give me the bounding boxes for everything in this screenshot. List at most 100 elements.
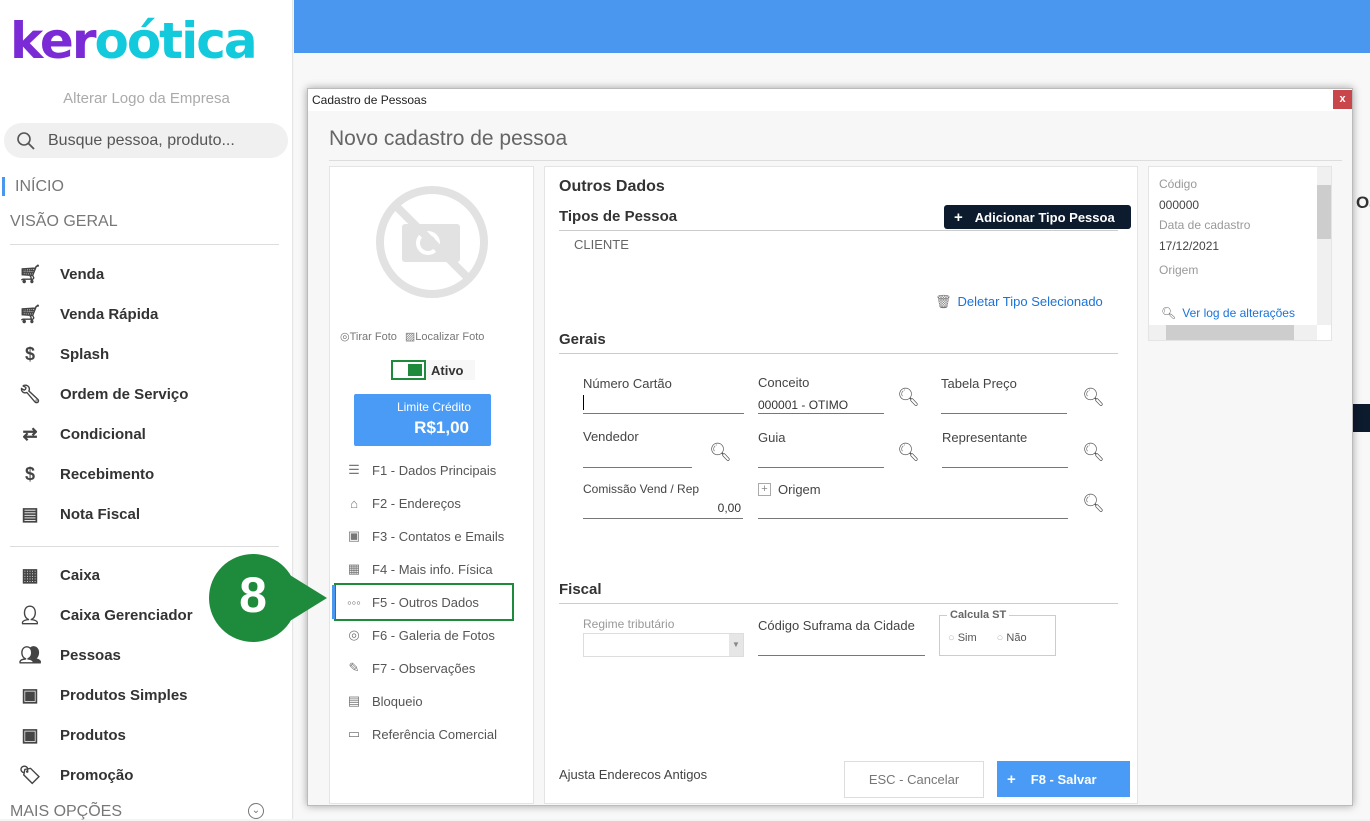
user-card-icon: ☰	[348, 462, 360, 477]
horizontal-scrollbar[interactable]	[1149, 325, 1317, 340]
image-icon: ▨	[404, 331, 416, 343]
sidebar-item-caixa-gerenciador[interactable]: 👤︎ Caixa Gerenciador	[16, 595, 193, 635]
toggle-switch[interactable]	[391, 360, 426, 380]
plus-icon: +	[954, 208, 963, 226]
conceito-input[interactable]: 000001 - OTIMO	[758, 395, 884, 414]
sidebar-item-condicional[interactable]: ⇄ Condicional	[16, 414, 146, 454]
codigo-label: Código	[1159, 177, 1198, 191]
menu-item-7[interactable]: ✎ F7 - Observações	[344, 658, 476, 678]
plus-box-icon: +	[758, 483, 771, 496]
representante-input[interactable]	[942, 449, 1068, 468]
vendedor-input[interactable]	[583, 449, 692, 468]
nav-visao-geral[interactable]: VISÃO GERAL	[10, 213, 118, 231]
search-vendedor-icon[interactable]: 🔍︎	[709, 442, 732, 463]
comissao-input[interactable]: 0,00	[583, 500, 743, 519]
close-button[interactable]: x	[1333, 90, 1352, 109]
menu-item-6[interactable]: ◎ F6 - Galeria de Fotos	[344, 625, 495, 645]
user-dollar-icon: 👤︎	[18, 604, 42, 625]
sidebar-item-label: Condicional	[60, 425, 146, 443]
sidebar-item-ordem-de-servi-o[interactable]: 🔧︎ Ordem de Serviço	[16, 374, 189, 414]
nfe-icon: ▤	[21, 503, 39, 524]
sidebar-item-splash[interactable]: $ Splash	[16, 334, 109, 374]
search-tabela-icon[interactable]: 🔍︎	[1082, 387, 1105, 408]
search-representante-icon[interactable]: 🔍︎	[1082, 442, 1105, 463]
codigo-value: 000000	[1159, 198, 1200, 212]
tabela-preco-label: Tabela Preço	[941, 376, 1017, 391]
cart-fast-icon: 🛒︎	[18, 303, 42, 324]
nav-inicio[interactable]: INÍCIO	[15, 178, 64, 196]
sidebar-item-produtos[interactable]: ▣ Produtos	[16, 715, 125, 755]
sidebar-item-pessoas[interactable]: 👥︎ Pessoas	[16, 635, 121, 675]
search-input[interactable]: Busque pessoa, produto...	[4, 123, 288, 158]
radio-sim[interactable]: ○ Sim	[948, 632, 977, 644]
divider	[559, 603, 1118, 604]
highlight-box	[334, 583, 514, 621]
nav-mais-opcoes[interactable]: MAIS OPÇÕES	[10, 803, 122, 821]
sidebar-item-label: Recebimento	[60, 465, 155, 483]
guia-input[interactable]	[758, 449, 884, 468]
suframa-input[interactable]	[758, 637, 925, 656]
sidebar-item-nota-fiscal[interactable]: ▤ Nota Fiscal	[16, 494, 140, 534]
step-number: 8	[239, 567, 267, 623]
menu-item-2[interactable]: ⌂ F2 - Endereços	[344, 493, 461, 513]
divider	[559, 353, 1118, 354]
chevron-down-icon[interactable]: ⌄	[248, 803, 264, 819]
tipo-item[interactable]: CLIENTE	[574, 237, 629, 252]
tipos-title: Tipos de Pessoa	[559, 208, 678, 225]
menu-item-1[interactable]: ☰ F1 - Dados Principais	[344, 460, 496, 480]
fiscal-title: Fiscal	[559, 581, 602, 598]
box-icon: ▣	[21, 684, 39, 705]
cancel-button[interactable]: ESC - Cancelar	[844, 761, 984, 798]
ativo-toggle[interactable]: Ativo	[391, 360, 475, 380]
search-origem-icon[interactable]: 🔍︎	[1082, 493, 1105, 514]
sidebar-item-produtos-simples[interactable]: ▣ Produtos Simples	[16, 675, 187, 715]
tag-icon: 🏷︎	[18, 764, 42, 785]
sidebar-item-label: Caixa Gerenciador	[60, 606, 193, 624]
hand-money-icon: $	[24, 463, 35, 484]
menu-item-label: Referência Comercial	[372, 726, 497, 742]
company-logo: keroótica	[10, 12, 258, 70]
tabela-preco-input[interactable]	[941, 395, 1067, 414]
sidebar-item-label: Venda	[60, 265, 105, 283]
vendedor-label: Vendedor	[583, 429, 639, 444]
delete-tipo-link[interactable]: 🗑 Deletar Tipo Selecionado	[935, 294, 1103, 310]
sidebar-item-label: Ordem de Serviço	[60, 385, 189, 403]
origem-field[interactable]: + Origem	[758, 482, 821, 497]
limite-credito-card: Limite Crédito R$1,00	[354, 394, 491, 446]
numero-cartao-input[interactable]	[583, 395, 744, 414]
contact-icon: ▣	[347, 528, 361, 543]
search-placeholder: Busque pessoa, produto...	[48, 131, 235, 149]
divider	[329, 160, 1342, 161]
sidebar-item-venda-r-pida[interactable]: 🛒︎ Venda Rápida	[16, 294, 159, 334]
radio-nao[interactable]: ○ Não	[997, 632, 1027, 644]
wrench-icon: 🔧︎	[18, 383, 42, 404]
window-title: Cadastro de Pessoas	[308, 89, 1352, 111]
tirar-foto-button[interactable]: ◎Tirar Foto	[340, 330, 397, 343]
sidebar-item-label: Caixa	[60, 566, 101, 584]
menu-item-label: F4 - Mais info. Física	[372, 561, 493, 577]
change-logo-link[interactable]: Alterar Logo da Empresa	[0, 90, 293, 107]
cadastro-pessoas-dialog: Cadastro de Pessoas x Novo cadastro de p…	[307, 88, 1353, 806]
menu-item-9[interactable]: ▭ Referência Comercial	[344, 724, 497, 744]
localizar-foto-button[interactable]: ▨Localizar Foto	[405, 330, 485, 343]
menu-item-3[interactable]: ▣ F3 - Contatos e Emails	[344, 526, 504, 546]
menu-item-4[interactable]: ▦ F4 - Mais info. Física	[344, 559, 493, 579]
save-button[interactable]: + F8 - Salvar	[997, 761, 1130, 797]
ver-log-link[interactable]: 🔍︎ Ver log de alterações	[1161, 306, 1295, 320]
plus-icon: +	[1007, 770, 1016, 788]
dropdown-arrow-icon: ▼	[729, 634, 743, 656]
vertical-scrollbar[interactable]	[1317, 167, 1331, 325]
add-tipo-button[interactable]: + Adicionar Tipo Pessoa	[944, 205, 1131, 229]
sidebar-item-recebimento[interactable]: $ Recebimento	[16, 454, 154, 494]
origem-input[interactable]	[758, 500, 1068, 519]
sidebar-item-venda[interactable]: 🛒︎ Venda	[16, 254, 105, 294]
menu-item-8[interactable]: ▤ Bloqueio	[344, 691, 423, 711]
search-guia-icon[interactable]: 🔍︎	[897, 442, 920, 463]
search-conceito-icon[interactable]: 🔍︎	[897, 387, 920, 408]
regime-select[interactable]: ▼	[583, 633, 744, 657]
divider	[559, 230, 1118, 231]
sidebar-item-promo-o[interactable]: 🏷︎ Promoção	[16, 755, 134, 795]
data-label: Data de cadastro	[1159, 218, 1251, 232]
sidebar-item-caixa[interactable]: ▦ Caixa	[16, 555, 100, 595]
ajusta-enderecos-link[interactable]: Ajusta Enderecos Antigos	[559, 767, 707, 782]
